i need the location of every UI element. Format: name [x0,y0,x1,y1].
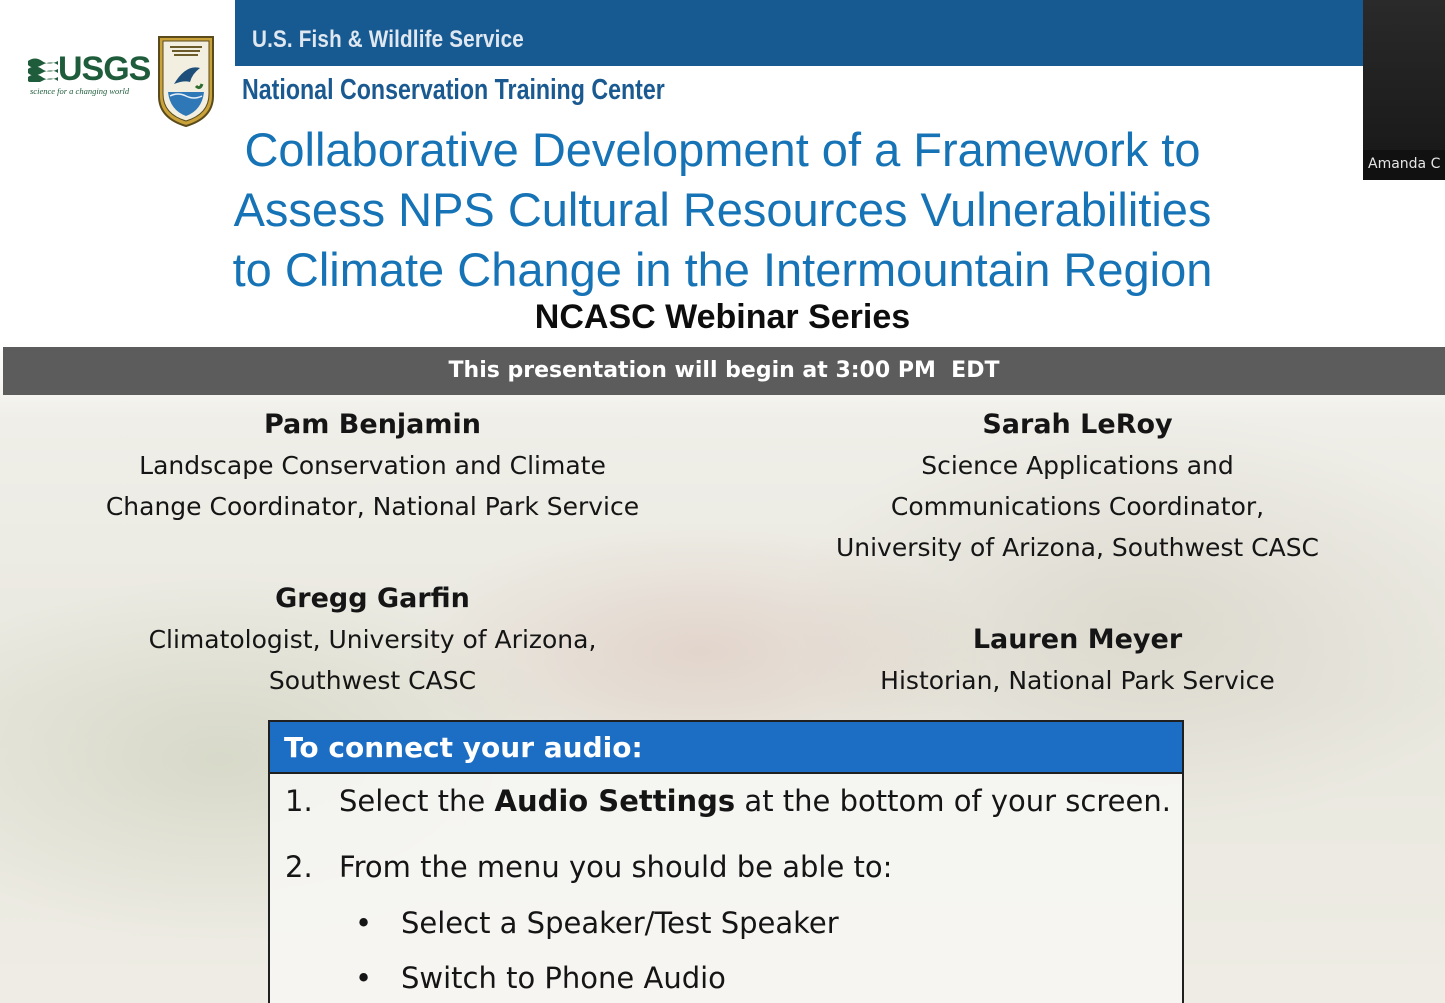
speaker-role: Landscape Conservation and Climate [139,451,606,480]
webinar-series: NCASC Webinar Series [534,298,911,336]
participant-video-tile[interactable]: Amanda C [1363,0,1445,180]
audio-instructions-heading: To connect your audio: [270,722,1182,774]
audio-option: • Switch to Phone Audio [355,961,726,995]
participant-video [1363,0,1445,150]
usgs-logo: USGS science for a changing world [28,50,151,102]
speaker-name: Gregg Garfin [275,583,470,614]
step-text: at the bottom of your screen. [735,784,1171,818]
speaker-role: Communications Coordinator, [890,492,1265,521]
agency-name: U.S. Fish & Wildlife Service [252,26,524,53]
bullet-icon: • [355,906,373,940]
speaker-role: Climatologist, University of Arizona, [148,625,597,654]
speaker-lauren-meyer: Lauren Meyer Historian, National Park Se… [800,619,1355,701]
bullet-icon: • [355,961,373,995]
participant-name: Amanda C [1368,156,1441,172]
step-text: Select the [339,784,495,818]
option-text: Select a Speaker/Test Speaker [401,906,839,940]
speaker-role: Science Applications and [921,451,1234,480]
title-line: Assess NPS Cultural Resources Vulnerabil… [233,183,1212,236]
title-line: to Climate Change in the Intermountain R… [232,243,1213,296]
speaker-name: Pam Benjamin [263,409,481,440]
speaker-name: Sarah LeRoy [982,409,1173,440]
speaker-role: University of Arizona, Southwest CASC [835,533,1320,562]
usgs-logo-text: USGS [58,50,151,88]
fws-shield-icon [158,36,214,128]
step-number: 2. [285,850,313,884]
speaker-role: Change Coordinator, National Park Servic… [105,492,640,521]
audio-step-2: 2. From the menu you should be able to: [285,850,892,884]
option-text: Switch to Phone Audio [401,961,726,995]
audio-option: • Select a Speaker/Test Speaker [355,906,839,940]
slide-title: Collaborative Development of a Framework… [0,120,1445,300]
speaker-role: Southwest CASC [268,666,477,695]
step-text: From the menu you should be able to: [339,850,893,884]
audio-settings-label: Audio Settings [494,784,736,818]
title-line: Collaborative Development of a Framework… [244,123,1201,176]
usgs-tagline: science for a changing world [30,86,130,96]
audio-step-1: 1. Select the Audio Settings at the botto… [285,784,1171,818]
speaker-gregg-garfin: Gregg Garfin Climatologist, University o… [60,578,685,701]
usgs-waves-icon [28,58,58,82]
step-number: 1. [285,784,313,818]
audio-instructions: To connect your audio: 1. Select the Audi… [268,720,1184,1003]
speaker-pam-benjamin: Pam Benjamin Landscape Conservation and … [60,404,685,527]
speaker-role: Historian, National Park Service [880,666,1275,695]
speaker-sarah-leroy: Sarah LeRoy Science Applications and Com… [800,404,1355,568]
training-center-name: National Conservation Training Center [242,74,665,106]
speaker-name: Lauren Meyer [972,624,1183,655]
start-time-notice: This presentation will begin at 3:00 PM … [3,347,1445,395]
shared-screen: U.S. Fish & Wildlife Service National Co… [0,0,1445,1003]
